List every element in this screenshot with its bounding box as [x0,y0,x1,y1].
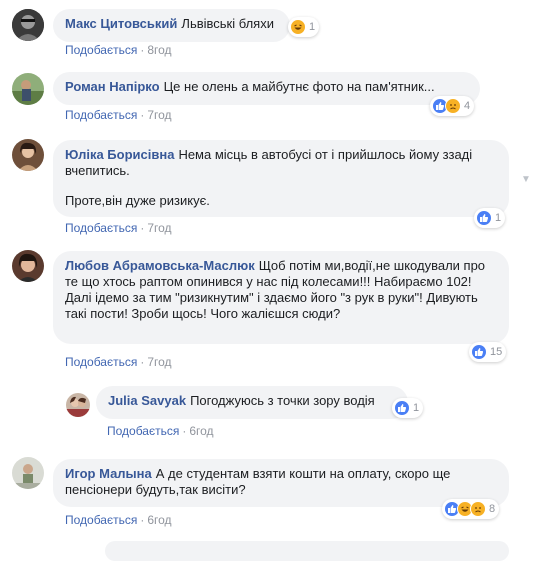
reactions-badge[interactable]: 1 [474,208,506,228]
reaction-count: 15 [490,346,503,358]
comment-author[interactable]: Любов Абрамовська-Маслюк [65,258,255,273]
avatar-photo-icon [12,9,44,41]
avatar[interactable] [12,73,44,105]
like-link[interactable]: Подобається [65,108,137,122]
sad-reaction-icon [445,98,461,114]
reactions-badge[interactable]: 1 [392,398,424,418]
comment-actions: Подобається · 6год [107,424,214,438]
comment-actions: Подобається · 7год [65,221,172,235]
comment-time[interactable]: 6год [189,424,213,438]
like-link[interactable]: Подобається [65,513,137,527]
like-link[interactable]: Подобається [65,355,137,369]
reactions-badge[interactable]: 15 [469,342,507,362]
avatar[interactable] [12,139,44,171]
reactions-badge[interactable]: 1 [288,17,320,37]
avatar-photo-icon [12,139,44,171]
comment-time[interactable]: 7год [147,108,171,122]
comment-author[interactable]: Игор Малына [65,466,152,481]
chevron-down-icon[interactable]: ▼ [521,174,531,185]
comment-time[interactable]: 7год [147,221,171,235]
comment-bubble: Макс Цитовський Львівські бляхи [53,9,290,42]
comment-text: Львівські бляхи [181,16,274,31]
like-reaction-icon [394,400,410,416]
comment-actions: Подобається · 6год [65,513,172,527]
reactions-badge[interactable]: 4 [430,96,475,116]
comment-bubble: Julia Savyak Погоджуюсь з точки зору воді… [96,386,408,419]
comment-author[interactable]: Роман Напірко [65,79,160,94]
reaction-count: 1 [495,212,502,224]
sad-reaction-icon [470,501,486,517]
haha-reaction-icon [290,19,306,35]
comment-time[interactable]: 7год [147,355,171,369]
comment-text-2: Проте,він дуже ризикує. [65,193,210,208]
comment-time[interactable]: 6год [147,513,171,527]
comment-actions: Подобається · 8год [65,43,172,57]
avatar-photo-icon [12,457,44,489]
avatar-photo-icon [66,393,90,417]
comment-text: Це не олень а майбутнє фото на пам'ятник… [163,79,435,94]
comment-bubble-partial [105,541,509,561]
comment-bubble: Игор Малына А де студентам взяти кошти на… [53,459,509,507]
reaction-count: 1 [309,21,316,33]
avatar-photo-icon [12,250,44,282]
comment-author[interactable]: Julia Savyak [108,393,186,408]
like-link[interactable]: Подобається [107,424,179,438]
avatar[interactable] [12,457,44,489]
comment-text: Погоджуюсь з точки зору водія [190,393,375,408]
like-reaction-icon [476,210,492,226]
avatar[interactable] [12,250,44,282]
like-link[interactable]: Подобається [65,221,137,235]
comment-actions: Подобається · 7год [65,108,172,122]
avatar-photo-icon [12,73,44,105]
comment-actions: Подобається · 7год [65,355,172,369]
comment-bubble: Юліка Борисівна Нема місць в автобусі от … [53,140,509,217]
comment-author[interactable]: Макс Цитовський [65,16,177,31]
like-reaction-icon [471,344,487,360]
like-link[interactable]: Подобається [65,43,137,57]
avatar[interactable] [12,9,44,41]
comment-author[interactable]: Юліка Борисівна [65,147,174,162]
reaction-count: 8 [489,503,496,515]
reactions-badge[interactable]: 8 [442,499,500,519]
comment-bubble: Роман Напірко Це не олень а майбутнє фото… [53,72,480,105]
comment-time[interactable]: 8год [147,43,171,57]
comment-bubble: Любов Абрамовська-Маслюк Щоб потім ми,вод… [53,251,509,344]
reaction-count: 4 [464,100,471,112]
reaction-count: 1 [413,402,420,414]
avatar[interactable] [66,393,90,417]
